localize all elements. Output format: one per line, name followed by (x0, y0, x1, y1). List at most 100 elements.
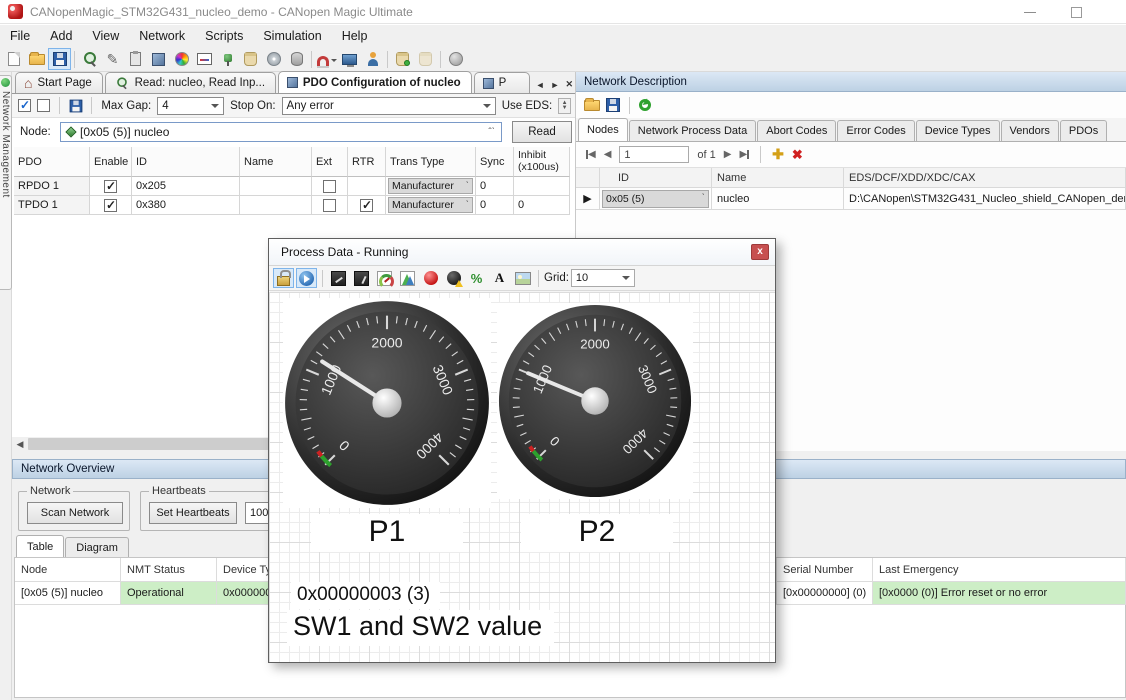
save-button[interactable] (48, 48, 71, 70)
write-button[interactable]: ✎ (101, 48, 124, 70)
add-record-icon[interactable]: ✚ (772, 146, 784, 163)
tab-scroll-right-button[interactable]: ► (549, 80, 562, 90)
script-add-button[interactable] (391, 48, 414, 70)
object-dictionary-button[interactable] (147, 48, 170, 70)
tab-partial[interactable]: P (474, 72, 530, 93)
image-button[interactable] (512, 268, 533, 288)
tpdo-ext-checkbox[interactable] (323, 199, 336, 212)
percent-button[interactable] (466, 268, 487, 288)
histogram-button[interactable] (397, 268, 418, 288)
new-document-button[interactable] (2, 48, 25, 70)
scroll-left-arrow[interactable]: ◀ (12, 437, 28, 451)
save-pdo-icon[interactable] (69, 99, 81, 112)
globe-disabled-button[interactable] (444, 48, 467, 70)
previous-record-button[interactable]: ◀ (604, 149, 612, 160)
menu-network[interactable]: Network (129, 25, 195, 47)
tab-device-types[interactable]: Device Types (916, 120, 1000, 141)
use-eds-spinner[interactable]: ▲▼ (558, 98, 571, 114)
menu-scripts[interactable]: Scripts (195, 25, 253, 47)
node-name-cell[interactable]: nucleo (712, 188, 844, 210)
tab-scroll-left-button[interactable]: ◄ (534, 80, 547, 90)
node-eds-cell[interactable]: D:\CANopen\STM32G431_Nucleo_shield_CANop… (844, 188, 1126, 210)
find-button[interactable] (78, 48, 101, 70)
menu-file[interactable]: File (0, 25, 40, 47)
tab-read-nucleo[interactable]: Read: nucleo, Read Inp... (105, 72, 276, 93)
disc-button[interactable] (262, 48, 285, 70)
tpdo-inhibit-cell[interactable]: 0 (514, 196, 570, 215)
grid-size-dropdown[interactable]: 10 (571, 269, 635, 287)
node-id-dropdown[interactable]: 0x05 (5)ˋ (602, 190, 709, 208)
tpdo-row-label[interactable]: TPDO 1 (14, 196, 90, 215)
tab-pdos[interactable]: PDOs (1060, 120, 1107, 141)
script-button[interactable] (239, 48, 262, 70)
network-node-button[interactable] (216, 48, 239, 70)
gauge-p1[interactable]: 01000200030004000 (283, 298, 491, 508)
tpdo-rtr-checkbox[interactable] (360, 199, 373, 212)
led-red-button[interactable] (420, 268, 441, 288)
gauge-needle-button[interactable] (374, 268, 395, 288)
lock-button[interactable] (273, 268, 294, 288)
node-cell[interactable]: [0x05 (5)] nucleo (15, 582, 121, 605)
node-dropdown[interactable]: [0x05 (5)] nucleo ˆˋ (60, 122, 502, 142)
tab-abort-codes[interactable]: Abort Codes (757, 120, 836, 141)
user-button[interactable] (361, 48, 384, 70)
record-number-input[interactable]: 1 (619, 146, 689, 163)
tpdo-sync-cell[interactable]: 0 (476, 196, 514, 215)
process-caption-text[interactable]: SW1 and SW2 value (287, 610, 554, 646)
gauge-p2[interactable]: 01000200030004000 (497, 303, 693, 499)
tab-network-process-data[interactable]: Network Process Data (629, 120, 756, 141)
text-button[interactable] (489, 268, 510, 288)
delete-record-icon[interactable]: ✖ (792, 147, 803, 163)
led-dark-button[interactable] (443, 268, 464, 288)
save-icon[interactable] (606, 98, 620, 112)
tab-error-codes[interactable]: Error Codes (837, 120, 914, 141)
rpdo-enable-checkbox[interactable] (104, 180, 117, 193)
colors-button[interactable] (170, 48, 193, 70)
gauge-dark-2-button[interactable] (351, 268, 372, 288)
pc-configuration-button[interactable] (338, 48, 361, 70)
network-management-tab[interactable]: Network Management (0, 75, 12, 290)
process-value-text[interactable]: 0x00000003 (3) (291, 582, 440, 609)
tab-nodes[interactable]: Nodes (578, 118, 628, 141)
last-record-button[interactable]: ▶ (739, 149, 749, 160)
row-selector[interactable]: ▶ (576, 188, 600, 210)
first-record-button[interactable]: ◀ (586, 149, 596, 160)
process-data-title-bar[interactable]: Process Data - Running x (269, 239, 775, 266)
scrollbar-thumb[interactable] (28, 438, 293, 450)
world-button[interactable] (296, 268, 317, 288)
tpdo-enable-checkbox[interactable] (104, 199, 117, 212)
magnet-button[interactable] (315, 48, 338, 70)
tab-start-page[interactable]: ⌂ Start Page (15, 72, 103, 93)
process-data-canvas[interactable]: 01000200030004000 01000200030004000 P1 P… (269, 292, 775, 662)
script-disabled-button[interactable] (414, 48, 437, 70)
tab-vendors[interactable]: Vendors (1001, 120, 1059, 141)
paste-button[interactable] (124, 48, 147, 70)
maximize-button[interactable] (1056, 0, 1096, 24)
refresh-icon[interactable] (639, 99, 651, 111)
gauge-dark-1-button[interactable] (328, 268, 349, 288)
tab-diagram[interactable]: Diagram (65, 537, 129, 557)
trace-button[interactable] (193, 48, 216, 70)
stop-on-dropdown[interactable]: Any error (282, 97, 496, 115)
next-record-button[interactable]: ▶ (724, 149, 732, 160)
minimize-button[interactable] (1010, 0, 1050, 24)
serial-number-cell[interactable]: [0x00000000] (0) (777, 582, 873, 605)
scan-network-button[interactable]: Scan Network (27, 502, 123, 524)
tpdo-id-cell[interactable]: 0x380 (132, 196, 240, 215)
open-icon[interactable] (584, 100, 600, 111)
menu-simulation[interactable]: Simulation (253, 25, 331, 47)
rpdo-sync-cell[interactable]: 0 (476, 177, 514, 196)
tpdo-trans-type-dropdown[interactable]: Manufacturerˋ (388, 197, 473, 213)
rpdo-trans-type-dropdown[interactable]: Manufacturerˋ (388, 178, 473, 194)
last-emergency-cell[interactable]: [0x0000 (0)] Error reset or no error (873, 582, 1126, 605)
gauge-p1-label[interactable]: P1 (311, 514, 463, 552)
menu-add[interactable]: Add (40, 25, 82, 47)
tab-table[interactable]: Table (16, 535, 64, 557)
tpdo-name-cell[interactable] (240, 196, 312, 215)
gauge-p2-label[interactable]: P2 (521, 514, 673, 552)
read-button[interactable]: Read (512, 121, 572, 143)
rpdo-row-label[interactable]: RPDO 1 (14, 177, 90, 196)
tab-close-button[interactable]: ✕ (563, 79, 575, 90)
nmt-status-cell[interactable]: Operational (121, 582, 217, 605)
option-checkbox-unchecked[interactable] (37, 99, 50, 112)
